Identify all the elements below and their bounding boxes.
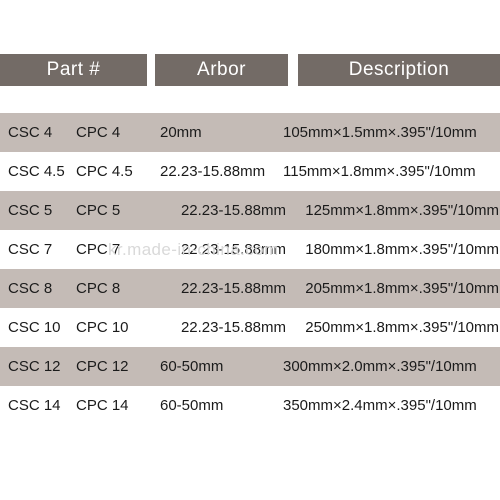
cell-part-cpc: CPC 4.5 <box>76 163 133 180</box>
cell-description: 205mm×1.8mm×.395"/10mm <box>305 280 499 297</box>
cell-part-cpc: CPC 12 <box>76 358 129 375</box>
cell-description: 115mm×1.8mm×.395"/10mm <box>283 163 476 180</box>
cell-description: 300mm×2.0mm×.395"/10mm <box>283 358 477 375</box>
table-row: CSC 12 CPC 12 60-50mm 300mm×2.0mm×.395"/10m… <box>0 347 500 386</box>
cell-arbor: 20mm <box>160 124 202 141</box>
cell-part-csc: CSC 10 <box>8 319 61 336</box>
cell-description: 105mm×1.5mm×.395"/10mm <box>283 124 477 141</box>
cell-part-cpc: CPC 5 <box>76 202 121 219</box>
table-row: CSC 10 CPC 10 22.23-15.88mm 250mm×1.8mm×.39… <box>0 308 500 347</box>
cell-description: 350mm×2.4mm×.395"/10mm <box>283 397 477 414</box>
cell-part-csc: CSC 4 <box>8 124 53 141</box>
table-header-row: Part # Arbor Description <box>0 54 500 86</box>
column-header-description: Description <box>298 54 500 86</box>
cell-part-csc: CSC 12 <box>8 358 61 375</box>
table-row: CSC 4.5 CPC 4.5 22.23-15.88mm 115mm×1.8mm×.… <box>0 152 500 191</box>
cell-description: 125mm×1.8mm×.395"/10mm <box>305 202 499 219</box>
cell-part-cpc: CPC 4 <box>76 124 121 141</box>
table-body: CSC 4 CPC 4 20mm 105mm×1.5mm×.395"/10mm CSC … <box>0 113 500 425</box>
cell-part-cpc: CPC 7 <box>76 241 121 258</box>
column-header-part-number: Part # <box>0 54 147 86</box>
column-header-arbor: Arbor <box>155 54 288 86</box>
cell-arbor: 22.23-15.88mm <box>180 280 286 297</box>
cell-part-cpc: CPC 14 <box>76 397 129 414</box>
cell-arbor: 60-50mm <box>160 397 224 414</box>
cell-description: 250mm×1.8mm×.395"/10mm <box>305 319 499 336</box>
table-row: CSC 5 CPC 5 22.23-15.88mm 125mm×1.8mm×.395"… <box>0 191 500 230</box>
cell-arbor: 22.23-15.88mm <box>180 241 286 258</box>
cell-part-csc: CSC 5 <box>8 202 53 219</box>
cell-arbor: 22.23-15.88mm <box>160 163 266 180</box>
cell-arbor: 22.23-15.88mm <box>180 202 286 219</box>
cell-arbor: 22.23-15.88mm <box>180 319 286 336</box>
cell-part-csc: CSC 8 <box>8 280 53 297</box>
cell-part-cpc: CPC 8 <box>76 280 121 297</box>
cell-part-csc: CSC 4.5 <box>8 163 65 180</box>
table-row: CSC 7 CPC 7 22.23-15.88mm 180mm×1.8mm×.395"… <box>0 230 500 269</box>
table-row: CSC 8 CPC 8 22.23-15.88mm 205mm×1.8mm×.395"… <box>0 269 500 308</box>
cell-part-csc: CSC 7 <box>8 241 53 258</box>
cell-arbor: 60-50mm <box>160 358 224 375</box>
specification-table: Part # Arbor Description CSC 4 CPC 4 20mm 1… <box>0 0 500 500</box>
table-row: CSC 14 CPC 14 60-50mm 350mm×2.4mm×.395"/10m… <box>0 386 500 425</box>
cell-part-cpc: CPC 10 <box>76 319 129 336</box>
cell-part-csc: CSC 14 <box>8 397 61 414</box>
table-row: CSC 4 CPC 4 20mm 105mm×1.5mm×.395"/10mm <box>0 113 500 152</box>
cell-description: 180mm×1.8mm×.395"/10mm <box>305 241 499 258</box>
